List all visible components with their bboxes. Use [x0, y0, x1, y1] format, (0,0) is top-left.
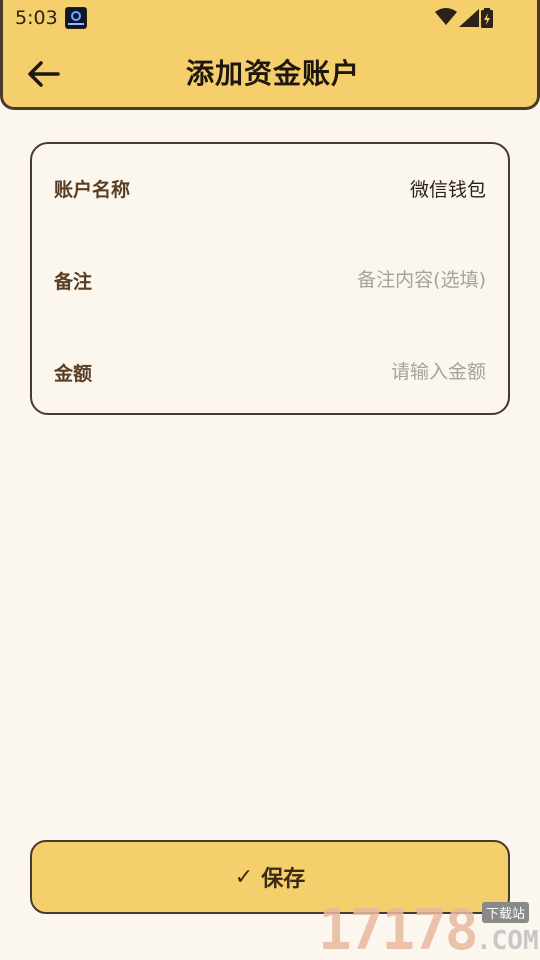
- wifi-icon: [435, 8, 457, 25]
- account-name-value[interactable]: 微信钱包: [410, 175, 486, 202]
- account-form-card: 账户名称 微信钱包 备注 金额: [30, 142, 510, 415]
- watermark-domain: .COM: [476, 926, 539, 956]
- watermark-download: 下载站: [482, 902, 530, 923]
- save-button-label: 保存: [261, 867, 306, 892]
- note-row: 备注: [32, 250, 508, 310]
- amount-label: 金额: [54, 362, 93, 385]
- app-header: 5:03 添加资金账户: [0, 0, 540, 110]
- watermark: 17178 下载站 .COM: [318, 898, 540, 960]
- note-label: 备注: [54, 270, 93, 293]
- amount-input[interactable]: [236, 354, 486, 390]
- status-icons: [435, 8, 503, 28]
- battery-charging-icon: [481, 8, 493, 28]
- amount-row: 金额: [32, 342, 508, 402]
- notification-app-icon: [65, 7, 87, 29]
- watermark-number: 17178: [318, 898, 479, 960]
- page-title: 添加资金账户: [185, 57, 360, 90]
- signal-icon: [459, 9, 479, 27]
- status-time: 5:03: [15, 7, 58, 29]
- note-input[interactable]: [236, 262, 486, 298]
- account-name-row[interactable]: 账户名称 微信钱包: [32, 158, 508, 218]
- account-name-label: 账户名称: [54, 178, 131, 201]
- status-bar: 5:03: [3, 0, 540, 36]
- check-icon: ✓: [234, 864, 254, 890]
